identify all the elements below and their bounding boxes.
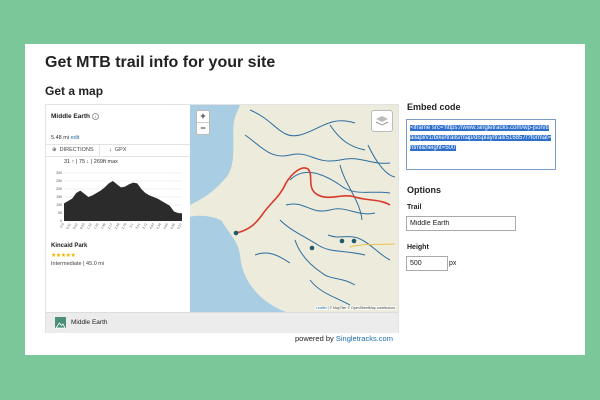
elevation-y-tick-label: 200 bbox=[56, 187, 62, 191]
elevation-x-tick-label: 0.62 bbox=[72, 222, 79, 230]
elevation-x-tick-label: 4.34 bbox=[155, 222, 162, 230]
embed-code-label: Embed code bbox=[407, 102, 461, 112]
elevation-profile-chart: 300250200150100500 0.0 0.31 0.62 0.93 1.24 1.… bbox=[56, 171, 183, 230]
powered-by-prefix: powered by bbox=[295, 334, 336, 343]
elevation-y-tick-label: 100 bbox=[56, 203, 62, 207]
height-input[interactable] bbox=[406, 256, 448, 271]
powered-by: powered by Singletracks.com bbox=[295, 334, 393, 343]
widget-footer: Middle Earth bbox=[46, 312, 398, 333]
layers-icon bbox=[375, 116, 389, 126]
trail-marker-1[interactable] bbox=[309, 245, 315, 251]
gpx-label: GPX bbox=[114, 147, 127, 153]
directions-button[interactable]: ⊕ DIRECTIONS bbox=[52, 147, 94, 153]
layers-button[interactable] bbox=[371, 110, 393, 132]
elevation-y-tick-label: 300 bbox=[56, 171, 62, 175]
elevation-x-tick-label: 4.65 bbox=[162, 222, 169, 230]
trail-input[interactable] bbox=[406, 216, 516, 231]
trail-field-label: Trail bbox=[407, 204, 422, 211]
elevation-x-tick-label: 3.1 bbox=[129, 222, 135, 228]
embed-code-textarea[interactable]: <iframe src='https://www.singletracks.co… bbox=[406, 119, 556, 170]
elevation-y-tick-label: 50 bbox=[58, 211, 62, 215]
edit-link[interactable]: edit bbox=[71, 135, 80, 141]
elevation-area bbox=[64, 181, 182, 221]
rating-stars: ★★★★★ bbox=[51, 253, 76, 259]
trail-map-widget: Middle Earth i 5.48 mi edit ⊕ DIRECTIONS … bbox=[45, 104, 399, 333]
trail-distance: 5.48 mi edit bbox=[51, 135, 79, 141]
section-title-get-map: Get a map bbox=[45, 84, 104, 98]
distance-value: 5.48 mi bbox=[51, 135, 70, 141]
trail-name-text: Middle Earth bbox=[51, 113, 91, 121]
action-divider bbox=[99, 145, 100, 156]
options-label: Options bbox=[407, 185, 441, 195]
trail-start-marker[interactable] bbox=[233, 230, 239, 236]
park-name[interactable]: Kincaid Park bbox=[51, 243, 87, 249]
elevation-x-tick-label: 0.93 bbox=[79, 222, 86, 230]
elevation-y-tick-label: 250 bbox=[56, 179, 62, 183]
directions-label: DIRECTIONS bbox=[59, 147, 94, 153]
attribution-text: | © MapTiler © OpenStreetMap contributor… bbox=[326, 306, 395, 310]
map-attribution: Leaflet | © MapTiler © OpenStreetMap con… bbox=[315, 306, 396, 310]
trail-marker-3[interactable] bbox=[351, 238, 357, 244]
singletracks-link[interactable]: Singletracks.com bbox=[336, 334, 393, 343]
elevation-x-tick-label: 1.55 bbox=[93, 222, 100, 230]
footer-trail-name[interactable]: Middle Earth bbox=[71, 319, 108, 326]
trail-name-heading: Middle Earth i bbox=[51, 113, 100, 121]
elevation-x-tick-label: 1.24 bbox=[86, 222, 93, 230]
download-icon: ↓ bbox=[109, 147, 112, 153]
zoom-out-button[interactable]: − bbox=[197, 122, 209, 134]
elevation-stats: 31 ↑ | 75 ↓ | 269ft max bbox=[64, 159, 118, 165]
gpx-button[interactable]: ↓ GPX bbox=[109, 147, 126, 153]
elevation-x-tick-label: 1.86 bbox=[100, 222, 107, 230]
trail-actions: ⊕ DIRECTIONS ↓ GPX bbox=[46, 144, 190, 157]
zoom-control: + − bbox=[196, 110, 210, 135]
elevation-y-tick-label: 150 bbox=[56, 195, 62, 199]
map-canvas[interactable] bbox=[190, 105, 398, 312]
height-unit: px bbox=[449, 260, 457, 267]
elevation-x-tick-label: 3.41 bbox=[135, 222, 142, 230]
info-icon[interactable]: i bbox=[92, 113, 100, 120]
trail-info-panel: Middle Earth i 5.48 mi edit ⊕ DIRECTIONS … bbox=[46, 105, 190, 312]
embed-card: Get MTB trail info for your site Get a m… bbox=[25, 44, 585, 355]
leaflet-link[interactable]: Leaflet bbox=[316, 306, 327, 310]
elevation-x-tick-label: 4.03 bbox=[149, 222, 156, 230]
elevation-x-tick-label: 2.17 bbox=[107, 222, 114, 230]
mountain-logo-icon bbox=[55, 317, 66, 329]
compass-icon: ⊕ bbox=[52, 147, 57, 153]
trail-marker-2[interactable] bbox=[339, 238, 345, 244]
elevation-x-labels: 0.0 0.31 0.62 0.93 1.24 1.55 1.86 2.17 2.48 2.79 3… bbox=[59, 222, 183, 230]
embed-code-text: <iframe src='https://www.singletracks.co… bbox=[410, 125, 552, 151]
elevation-x-tick-label: 2.79 bbox=[121, 222, 128, 230]
elevation-x-tick-label: 0.31 bbox=[65, 222, 72, 230]
height-field-label: Height bbox=[407, 244, 429, 251]
elevation-x-tick-label: 0.0 bbox=[59, 222, 65, 228]
elevation-x-tick-label: 2.48 bbox=[114, 222, 121, 230]
trail-meta: Intermediate | 45.0 mi bbox=[51, 261, 105, 267]
elevation-x-tick-label: 3.72 bbox=[142, 222, 149, 230]
elevation-x-tick-label: 4.96 bbox=[169, 222, 176, 230]
page-title: Get MTB trail info for your site bbox=[45, 54, 276, 71]
elevation-x-tick-label: 5.27 bbox=[176, 222, 183, 230]
elevation-y-labels: 300250200150100500 bbox=[56, 171, 62, 223]
trail-map[interactable]: + − Leaflet | © MapTiler © OpenStreetMap… bbox=[190, 105, 398, 312]
zoom-in-button[interactable]: + bbox=[197, 111, 209, 122]
